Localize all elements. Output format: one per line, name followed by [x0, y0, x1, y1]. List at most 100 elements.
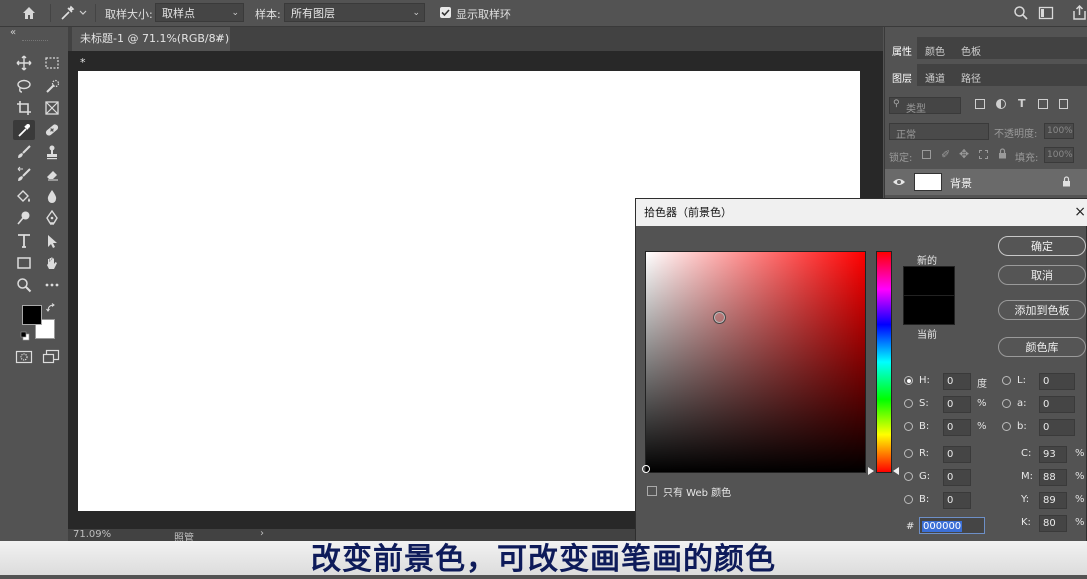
lasso-tool-icon[interactable]	[13, 76, 35, 96]
move-tool-icon[interactable]	[13, 53, 35, 73]
show-sampling-ring-checkbox[interactable]	[440, 7, 451, 18]
zoom-tool-icon[interactable]	[13, 275, 35, 295]
lab-b-radio[interactable]	[1002, 422, 1011, 431]
magenta-field[interactable]: 88	[1039, 469, 1067, 486]
fill-field[interactable]: 100%	[1044, 147, 1074, 163]
lock-pixels-icon[interactable]: ✐	[941, 148, 950, 161]
ok-button[interactable]: 确定	[998, 236, 1086, 256]
tab-paths[interactable]: 路径	[961, 70, 981, 85]
collapse-panel-icon[interactable]: «	[10, 27, 16, 38]
brush-tool-icon[interactable]	[13, 142, 35, 162]
path-selection-tool-icon[interactable]	[41, 231, 63, 251]
lock-transparent-icon[interactable]	[922, 150, 931, 159]
blue-field[interactable]: 0	[943, 492, 971, 509]
visibility-eye-icon[interactable]	[892, 177, 906, 187]
red-field[interactable]: 0	[943, 446, 971, 463]
lock-artboard-icon[interactable]	[979, 150, 988, 159]
close-tab-icon[interactable]: ×	[215, 27, 223, 51]
color-libraries-button[interactable]: 颜色库	[998, 337, 1086, 357]
sample-size-select[interactable]: 取样点 ⌄	[155, 3, 244, 22]
rectangle-tool-icon[interactable]	[13, 253, 35, 273]
red-radio[interactable]	[904, 449, 913, 458]
workspace-icon[interactable]	[1038, 5, 1054, 21]
share-icon[interactable]	[1072, 4, 1087, 22]
cyan-field[interactable]: 93	[1039, 446, 1067, 463]
color-field-marker[interactable]	[713, 311, 726, 324]
layer-row[interactable]: 背景	[885, 169, 1087, 195]
quick-selection-tool-icon[interactable]	[41, 76, 63, 96]
blend-mode-select[interactable]: 正常	[889, 123, 989, 141]
quick-mask-icon[interactable]	[15, 349, 33, 365]
swap-colors-icon[interactable]	[46, 303, 56, 313]
hex-field[interactable]: 000000	[919, 517, 985, 534]
lab-b-field[interactable]: 0	[1039, 419, 1075, 436]
status-menu-arrow-icon[interactable]: ›	[260, 528, 264, 539]
blur-tool-icon[interactable]	[41, 186, 63, 206]
more-tools-icon[interactable]	[41, 275, 63, 295]
lab-l-field[interactable]: 0	[1039, 373, 1075, 390]
opacity-field[interactable]: 100%	[1044, 123, 1074, 139]
saturation-radio[interactable]	[904, 399, 913, 408]
type-filter-icon[interactable]: T	[1018, 97, 1026, 110]
layer-filter-select[interactable]: ⚲ 类型	[889, 97, 961, 115]
tab-swatches[interactable]: 色板	[961, 43, 981, 58]
home-icon[interactable]	[20, 4, 38, 22]
dialog-title-bar[interactable]: 拾色器（前景色） ×	[636, 199, 1087, 226]
lab-l-radio[interactable]	[1002, 376, 1011, 385]
paint-bucket-tool-icon[interactable]	[13, 186, 35, 206]
screen-mode-icon[interactable]	[42, 349, 60, 365]
lock-all-icon[interactable]	[998, 148, 1007, 159]
foreground-color-swatch[interactable]	[22, 305, 42, 325]
clone-stamp-tool-icon[interactable]	[41, 142, 63, 162]
lab-a-radio[interactable]	[1002, 399, 1011, 408]
hand-tool-icon[interactable]	[41, 253, 63, 273]
search-icon[interactable]	[1013, 5, 1029, 21]
hue-slider-left-arrow-icon[interactable]	[868, 467, 874, 475]
hue-slider[interactable]	[876, 251, 892, 473]
saturation-field[interactable]: 0	[943, 396, 971, 413]
hue-slider-right-arrow-icon[interactable]	[893, 467, 899, 475]
layer-name[interactable]: 背景	[950, 175, 972, 191]
type-tool-icon[interactable]	[13, 231, 35, 251]
eraser-tool-icon[interactable]	[41, 164, 63, 184]
brightness-radio[interactable]	[904, 422, 913, 431]
web-colors-only-checkbox[interactable]	[647, 486, 657, 496]
shape-filter-icon[interactable]	[1038, 99, 1048, 109]
lab-a-field[interactable]: 0	[1039, 396, 1075, 413]
marquee-tool-icon[interactable]	[41, 53, 63, 73]
image-filter-icon[interactable]	[975, 99, 985, 109]
dodge-tool-icon[interactable]	[13, 208, 35, 228]
brightness-field[interactable]: 0	[943, 419, 971, 436]
layer-thumbnail[interactable]	[914, 173, 942, 191]
healing-brush-tool-icon[interactable]	[41, 120, 63, 140]
tab-color[interactable]: 颜色	[925, 43, 945, 58]
green-radio[interactable]	[904, 472, 913, 481]
crop-tool-icon[interactable]	[13, 98, 35, 118]
lock-position-icon[interactable]: ✥	[959, 147, 969, 161]
eyedropper-tool-preset-icon[interactable]	[58, 4, 88, 22]
hue-radio[interactable]	[904, 376, 913, 385]
current-color-swatch[interactable]	[903, 295, 955, 325]
yellow-field[interactable]: 89	[1039, 492, 1067, 509]
new-color-swatch	[903, 266, 955, 296]
document-tab[interactable]: 未标题-1 @ 71.1%(RGB/8#) * ×	[72, 27, 230, 69]
blue-radio[interactable]	[904, 495, 913, 504]
hue-field[interactable]: 0	[943, 373, 971, 390]
tab-channels[interactable]: 通道	[925, 70, 945, 85]
adjustment-filter-icon[interactable]	[996, 99, 1006, 109]
pen-tool-icon[interactable]	[41, 208, 63, 228]
sample-layers-select[interactable]: 所有图层 ⌄	[284, 3, 425, 22]
add-to-swatches-button[interactable]: 添加到色板	[998, 300, 1086, 320]
smart-object-filter-icon[interactable]	[1059, 99, 1068, 109]
frame-tool-icon[interactable]	[41, 98, 63, 118]
color-field[interactable]	[642, 251, 866, 473]
eyedropper-tool-icon[interactable]	[13, 120, 35, 140]
close-icon[interactable]: ×	[1074, 199, 1086, 226]
cancel-button[interactable]: 取消	[998, 265, 1086, 285]
black-field[interactable]: 80	[1039, 515, 1067, 532]
green-field[interactable]: 0	[943, 469, 971, 486]
default-colors-icon[interactable]	[20, 331, 30, 341]
zoom-level[interactable]: 71.09%	[73, 529, 111, 540]
panel-grip[interactable]	[22, 40, 48, 43]
history-brush-tool-icon[interactable]	[13, 164, 35, 184]
